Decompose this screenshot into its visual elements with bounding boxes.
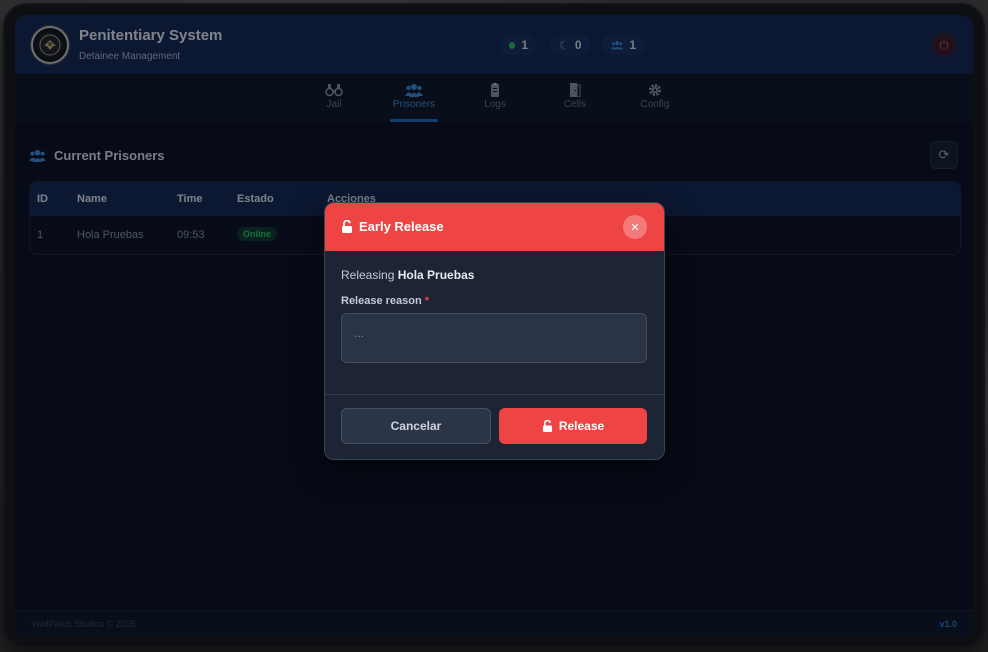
dialog-header: Early Release ✕ [325,203,664,251]
reason-label-text: Release reason [341,295,422,307]
cancel-button[interactable]: Cancelar [341,408,491,444]
releasing-text: Releasing Hola Pruebas [341,268,474,282]
required-mark: * [424,295,430,307]
release-reason-input[interactable] [341,313,647,363]
reason-label: Release reason * [341,295,429,307]
releasing-prefix: Releasing [341,268,395,282]
tablet-frame: Penitentiary System Detainee Management … [5,5,983,647]
release-button[interactable]: Release [499,408,647,444]
releasing-prisoner-name: Hola Pruebas [397,268,475,282]
unlock-icon [542,420,552,432]
dialog-title-text: Early Release [359,219,444,234]
dialog-divider [325,394,664,395]
close-button[interactable]: ✕ [623,215,647,239]
dialog-title: Early Release [341,219,444,234]
unlock-icon [342,220,352,233]
close-icon: ✕ [630,221,640,234]
release-button-label: Release [558,419,605,433]
early-release-dialog: Early Release ✕ Releasing Hola Pruebas R… [324,202,665,460]
